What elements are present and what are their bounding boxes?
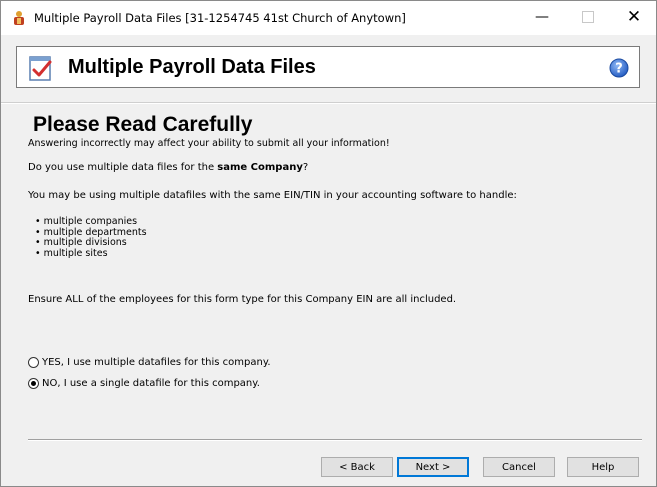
yes-radio-option[interactable]: YES, I use multiple datafiles for this c… <box>28 357 271 368</box>
ensure-text: Ensure ALL of the employees for this for… <box>28 294 457 305</box>
help-button[interactable]: Help <box>567 457 639 477</box>
no-radio-label[interactable]: NO, I use a single datafile for this com… <box>42 378 260 389</box>
question-prefix: Do you use multiple data files for the <box>28 162 218 173</box>
question-suffix: ? <box>302 162 309 173</box>
yes-radio-label[interactable]: YES, I use multiple datafiles for this c… <box>42 357 271 368</box>
help-icon[interactable]: ? <box>609 58 629 78</box>
svg-text:?: ? <box>615 62 623 77</box>
list-item: multiple sites <box>35 248 147 260</box>
minimize-button[interactable]: — <box>519 1 565 33</box>
question-text: Do you use multiple data files for the s… <box>28 162 308 173</box>
next-button[interactable]: Next > <box>397 457 469 477</box>
app-icon <box>14 11 24 25</box>
no-radio-button[interactable] <box>28 378 39 389</box>
wizard-window: Multiple Payroll Data Files [31-1254745 … <box>0 0 657 487</box>
footer-separator-highlight <box>28 440 642 441</box>
checklist-icon <box>29 56 52 81</box>
back-button[interactable]: < Back <box>321 457 393 477</box>
bullet-list: multiple companies multiple departments … <box>35 216 147 260</box>
close-button[interactable]: ✕ <box>611 1 657 33</box>
warning-text: Answering incorrectly may affect your ab… <box>28 138 390 149</box>
maximize-icon <box>582 11 594 23</box>
wizard-header: Multiple Payroll Data Files ? <box>16 46 640 88</box>
list-item: multiple companies <box>35 216 147 228</box>
list-item: multiple divisions <box>35 237 147 249</box>
intro-text: You may be using multiple datafiles with… <box>28 190 517 201</box>
header-separator-highlight <box>1 103 656 104</box>
title-bar[interactable]: Multiple Payroll Data Files [31-1254745 … <box>1 1 656 35</box>
maximize-button <box>565 1 611 33</box>
question-emphasis: same Company <box>217 162 303 173</box>
no-radio-option[interactable]: NO, I use a single datafile for this com… <box>28 378 260 389</box>
cancel-button[interactable]: Cancel <box>483 457 555 477</box>
window-title: Multiple Payroll Data Files [31-1254745 … <box>34 11 406 25</box>
yes-radio-button[interactable] <box>28 357 39 368</box>
page-heading: Please Read Carefully <box>33 113 253 136</box>
header-title: Multiple Payroll Data Files <box>68 56 316 78</box>
